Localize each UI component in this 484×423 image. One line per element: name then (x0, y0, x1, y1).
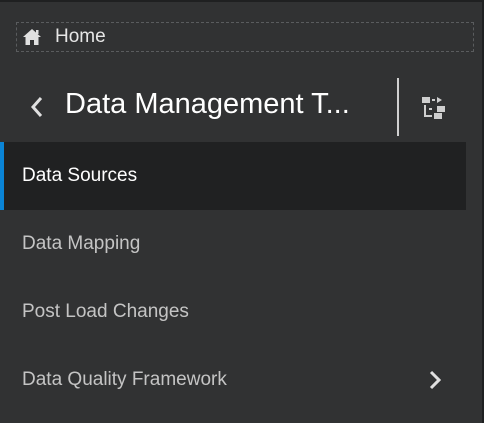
nav-item-data-quality-framework[interactable]: Data Quality Framework (0, 346, 466, 414)
header-divider (397, 78, 399, 136)
navigation-panel: Home Data Management T... Data Sources D… (0, 0, 484, 423)
nav-item-label: Data Quality Framework (22, 369, 227, 390)
sidebar-nav: Data Sources Data Mapping Post Load Chan… (0, 142, 466, 414)
header: Data Management T... (0, 74, 482, 140)
page-title: Data Management T... (65, 88, 350, 120)
home-label: Home (55, 26, 106, 47)
nav-item-data-sources[interactable]: Data Sources (0, 142, 466, 210)
chevron-left-icon (30, 97, 43, 117)
switch-hierarchy-button[interactable] (420, 94, 448, 122)
nav-item-label: Post Load Changes (22, 301, 189, 322)
nav-item-data-mapping[interactable]: Data Mapping (0, 210, 466, 278)
nav-item-label: Data Sources (22, 165, 138, 186)
switch-hierarchy-icon (422, 97, 445, 119)
chevron-right-icon[interactable] (426, 368, 444, 392)
nav-item-post-load-changes[interactable]: Post Load Changes (0, 278, 466, 346)
home-link[interactable]: Home (16, 22, 474, 52)
nav-item-label: Data Mapping (22, 233, 141, 254)
home-icon (21, 27, 43, 47)
back-button[interactable] (26, 92, 48, 122)
